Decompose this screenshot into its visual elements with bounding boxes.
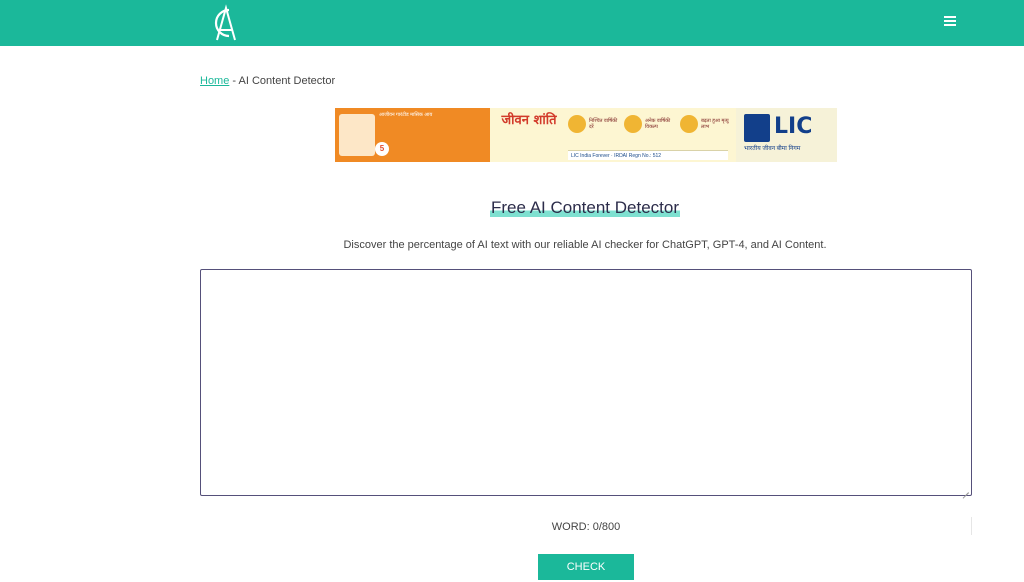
ad-left-badge: 5 [375,142,389,156]
page-title-text: Free AI Content Detector [489,198,681,217]
ad-left-headline: आजीवन गारंटीड मासिक आय [379,112,433,118]
counter-divider [971,517,972,535]
site-logo[interactable] [204,4,242,42]
word-counter: WORD: 0/800 [551,521,621,533]
ad-brand-name: जीवन शांति [501,113,557,128]
breadcrumb-home-link[interactable]: Home [200,75,229,87]
ad-people-image [339,114,375,156]
hamburger-menu-icon[interactable] [944,16,958,30]
breadcrumb: Home - AI Content Detector [200,75,335,87]
coin-icon [680,115,698,133]
ad-banner[interactable]: आजीवन गारंटीड मासिक आय 5 जीवन शांति निश्… [335,108,837,162]
breadcrumb-current: AI Content Detector [238,75,336,87]
breadcrumb-separator: - [229,75,239,87]
top-navbar [0,0,1024,46]
check-button[interactable]: CHECK [538,554,634,580]
ad-feature-pills: निश्चित वार्षिकी दरें अनेक वार्षिकी विकल… [568,112,730,136]
page-title: Free AI Content Detector [0,198,1024,218]
content-textarea[interactable] [200,269,972,496]
coin-icon [568,115,586,133]
ad-left-panel: आजीवन गारंटीड मासिक आय 5 [335,108,490,162]
ad-pill: अनेक वार्षिकी विकल्प [624,112,674,136]
ad-pill: बढ़ता हुआ मृत्यु लाभ [680,112,730,136]
ad-lic-subtitle: भारतीय जीवन बीमा निगम [744,146,801,152]
coin-icon [624,115,642,133]
ad-footline: LIC India Forever · IRDAI Regn No.: 512 [568,150,728,160]
ad-right-panel: LIC भारतीय जीवन बीमा निगम [736,108,837,162]
lic-emblem-icon [744,114,770,142]
ad-mid-panel: जीवन शांति निश्चित वार्षिकी दरें अनेक वा… [490,108,736,162]
textarea-resize-handle[interactable] [962,486,970,494]
ad-pill: निश्चित वार्षिकी दरें [568,112,618,136]
ad-lic-logo-text: LIC [774,114,813,139]
page-subtitle: Discover the percentage of AI text with … [343,239,827,251]
logo-mark-icon [214,4,236,41]
